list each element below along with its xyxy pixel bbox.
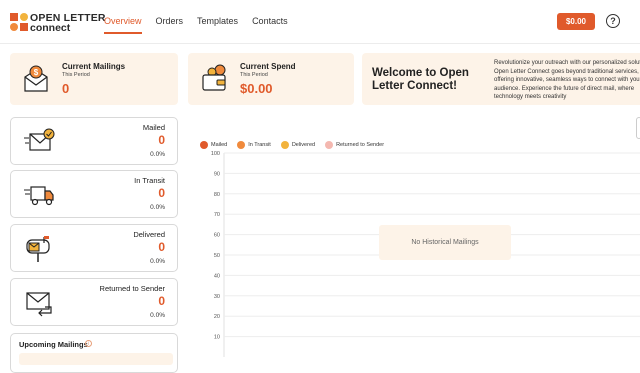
stat-label: Mailed [142,123,165,132]
stat-value: 0 [158,294,165,308]
panel-expand-handle[interactable] [636,117,640,139]
balance-button[interactable]: $0.00 [557,13,595,30]
welcome-text: Revolutionize your outreach with our per… [494,60,640,101]
returned-stat-card: Returned to Sender 0 0.0% [10,278,178,326]
y-tick-label: 90 [214,171,220,177]
card-subtitle: This Period [240,72,268,78]
current-mailings-value: 0 [62,81,70,96]
stat-value: 0 [158,186,165,200]
card-title: Current Spend [240,62,296,71]
delivery-truck-icon [24,186,54,206]
card-subtitle: This Period [62,72,90,78]
upcoming-mailings-card: Upcoming Mailings i [10,333,178,373]
stat-percentage: 0.0% [150,312,165,319]
y-tick-label: 50 [214,253,220,259]
stat-label: Returned to Sender [99,284,165,293]
envelope-dollar-icon: $ [24,65,48,92]
top-navigation-bar: OPEN LETTER connect Overview Orders Temp… [0,0,640,44]
logo-mark-icon [10,13,28,31]
y-tick-label: 60 [214,233,220,239]
nav-templates[interactable]: Templates [197,16,238,26]
y-tick-label: 70 [214,212,220,218]
stat-label: In Transit [134,176,165,185]
y-tick-label: 30 [214,294,220,300]
nav-overview[interactable]: Overview [104,16,142,34]
current-spend-card: Current Spend This Period $0.00 [188,53,354,105]
info-icon[interactable]: i [85,340,92,347]
stat-value: 0 [158,240,165,254]
mailed-stat-card: Mailed 0 0.0% [10,117,178,165]
help-icon[interactable]: ? [606,14,620,28]
y-tick-label: 10 [214,335,220,341]
upcoming-mailings-placeholder [19,353,173,365]
current-spend-value: $0.00 [240,81,273,96]
svg-text:$: $ [34,68,39,77]
wallet-icon [202,64,226,91]
card-title: Current Mailings [62,62,126,71]
y-tick-label: 100 [211,151,220,157]
nav-contacts[interactable]: Contacts [252,16,288,26]
in-transit-stat-card: In Transit 0 0.0% [10,170,178,218]
delivered-stat-card: Delivered 0 0.0% [10,224,178,272]
mailings-history-chart: Mailed In Transit Delivered Returned to … [198,117,640,367]
stat-label: Delivered [133,230,165,239]
stat-percentage: 0.0% [150,204,165,211]
stat-percentage: 0.0% [150,151,165,158]
app-logo[interactable]: OPEN LETTER connect [10,11,106,34]
logo-text-bottom: connect [30,22,71,34]
welcome-card: Welcome to Open Letter Connect! Revoluti… [362,53,640,105]
main-nav: Overview Orders Templates Contacts [104,16,302,34]
welcome-title: Welcome to Open Letter Connect! [372,67,469,92]
y-tick-label: 80 [214,192,220,198]
stat-percentage: 0.0% [150,258,165,265]
return-mail-icon [26,292,52,317]
y-tick-label: 20 [214,314,220,320]
stat-value: 0 [158,133,165,147]
no-data-message: No Historical Mailings [379,225,511,260]
nav-orders[interactable]: Orders [156,16,184,26]
mailbox-icon [26,236,50,262]
current-mailings-card: $ Current Mailings This Period 0 [10,53,178,105]
upcoming-mailings-title: Upcoming Mailings [19,340,88,349]
mail-check-icon [24,128,55,151]
y-tick-label: 40 [214,273,220,279]
